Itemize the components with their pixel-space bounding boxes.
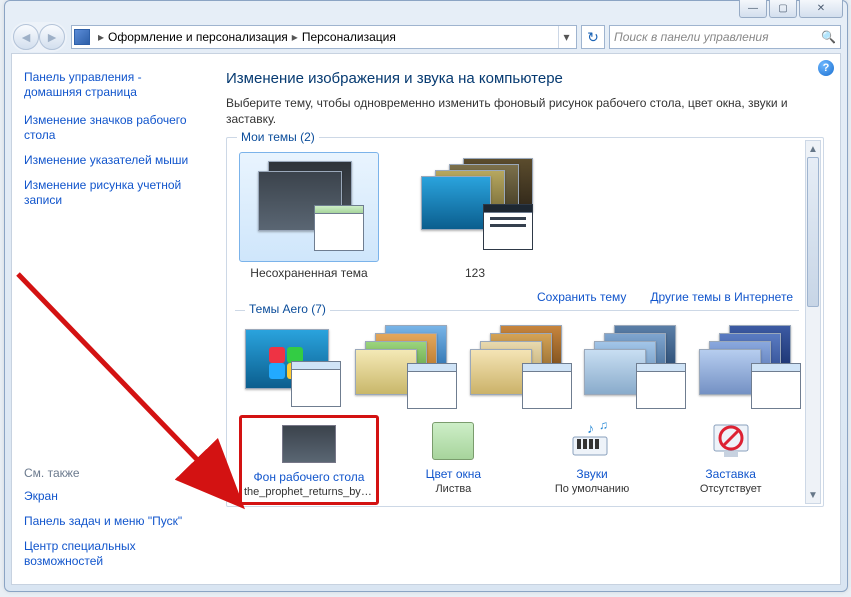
aero-themes-group-label: Темы Aero (7) xyxy=(245,302,330,316)
setting-label: Фон рабочего стола xyxy=(244,470,374,484)
see-also-heading: См. также xyxy=(24,466,200,480)
screensaver-setting[interactable]: Заставка Отсутствует xyxy=(666,415,795,505)
setting-value: Листва xyxy=(391,483,516,495)
desktop-background-setting[interactable]: Фон рабочего стола the_prophet_returns_b… xyxy=(239,415,379,505)
setting-value: Отсутствует xyxy=(668,483,793,495)
content-area: ? Изменение изображения и звука на компь… xyxy=(212,54,840,584)
aero-theme[interactable] xyxy=(468,325,566,403)
sidebar-link-mouse-pointers[interactable]: Изменение указателей мыши xyxy=(24,153,200,168)
sidebar-home-link[interactable]: Панель управления - домашняя страница xyxy=(24,70,200,100)
page-title: Изменение изображения и звука на компьют… xyxy=(226,70,824,87)
control-panel-window: — ▢ ✕ ◄ ► ▸ Оформление и персонализация … xyxy=(4,0,848,592)
setting-value: По умолчанию xyxy=(530,483,655,495)
more-themes-link[interactable]: Другие темы в Интернете xyxy=(650,290,793,304)
sounds-setting[interactable]: ♪ ♫ Звуки По умолчанию xyxy=(528,415,657,505)
back-button[interactable]: ◄ xyxy=(13,24,39,50)
my-themes-group-label: Мои темы (2) xyxy=(237,130,319,144)
window-color-icon xyxy=(426,419,480,463)
minimize-button[interactable]: — xyxy=(739,0,767,18)
see-also-display[interactable]: Экран xyxy=(24,489,200,504)
theme-item-123[interactable]: 123 xyxy=(405,152,545,280)
screensaver-icon xyxy=(704,419,758,463)
theme-label: 123 xyxy=(405,266,545,280)
themes-panel: Мои темы (2) Несохраненная тема xyxy=(226,137,824,507)
search-input[interactable]: Поиск в панели управления 🔍 xyxy=(609,25,841,49)
see-also-ease-of-access[interactable]: Центр специальных возможностей xyxy=(24,539,200,569)
chevron-right-icon: ▸ xyxy=(292,30,298,44)
theme-thumbnail xyxy=(405,152,545,262)
sidebar-link-account-picture[interactable]: Изменение рисунка учетной записи xyxy=(24,178,200,208)
help-icon[interactable]: ? xyxy=(818,60,834,76)
chevron-right-icon: ▸ xyxy=(98,30,104,44)
theme-label: Несохраненная тема xyxy=(239,266,379,280)
refresh-button[interactable]: ↻ xyxy=(581,25,605,49)
forward-button[interactable]: ► xyxy=(39,24,65,50)
sidebar-link-desktop-icons[interactable]: Изменение значков рабочего стола xyxy=(24,113,200,143)
control-panel-icon xyxy=(74,29,90,45)
window-color-setting[interactable]: Цвет окна Листва xyxy=(389,415,518,505)
setting-label: Заставка xyxy=(668,467,793,481)
theme-item-unsaved[interactable]: Несохраненная тема xyxy=(239,152,379,280)
scroll-thumb[interactable] xyxy=(807,157,819,307)
maximize-button[interactable]: ▢ xyxy=(769,0,797,18)
setting-value: the_prophet_returns_by_m... xyxy=(244,486,374,498)
see-also-taskbar[interactable]: Панель задач и меню "Пуск" xyxy=(24,514,200,529)
breadcrumb-part-2[interactable]: Персонализация xyxy=(302,30,396,44)
close-button[interactable]: ✕ xyxy=(799,0,843,18)
aero-theme[interactable] xyxy=(353,325,451,403)
theme-thumbnail xyxy=(239,152,379,262)
search-icon: 🔍 xyxy=(821,30,836,44)
breadcrumb-bar[interactable]: ▸ Оформление и персонализация ▸ Персонал… xyxy=(71,25,577,49)
setting-label: Звуки xyxy=(530,467,655,481)
scroll-up-icon[interactable]: ▲ xyxy=(806,141,820,157)
scroll-down-icon[interactable]: ▼ xyxy=(806,487,820,503)
titlebar: — ▢ ✕ xyxy=(5,1,847,21)
breadcrumb-part-1[interactable]: Оформление и персонализация xyxy=(108,30,288,44)
svg-text:♪: ♪ xyxy=(587,420,594,436)
search-placeholder: Поиск в панели управления xyxy=(614,30,769,44)
sidebar: Панель управления - домашняя страница Из… xyxy=(12,54,212,584)
desktop-background-icon xyxy=(282,422,336,466)
sounds-icon: ♪ ♫ xyxy=(565,419,619,463)
save-theme-link[interactable]: Сохранить тему xyxy=(537,290,626,304)
breadcrumb-dropdown[interactable]: ▾ xyxy=(558,26,574,48)
setting-label: Цвет окна xyxy=(391,467,516,481)
nav-bar: ◄ ► ▸ Оформление и персонализация ▸ Перс… xyxy=(5,21,847,53)
panel-scrollbar[interactable]: ▲ ▼ xyxy=(805,140,821,504)
aero-theme[interactable] xyxy=(582,325,680,403)
page-subtitle: Выберите тему, чтобы одновременно измени… xyxy=(226,95,824,127)
aero-theme[interactable] xyxy=(697,325,795,403)
svg-text:♫: ♫ xyxy=(599,419,608,432)
aero-theme[interactable] xyxy=(239,325,337,403)
